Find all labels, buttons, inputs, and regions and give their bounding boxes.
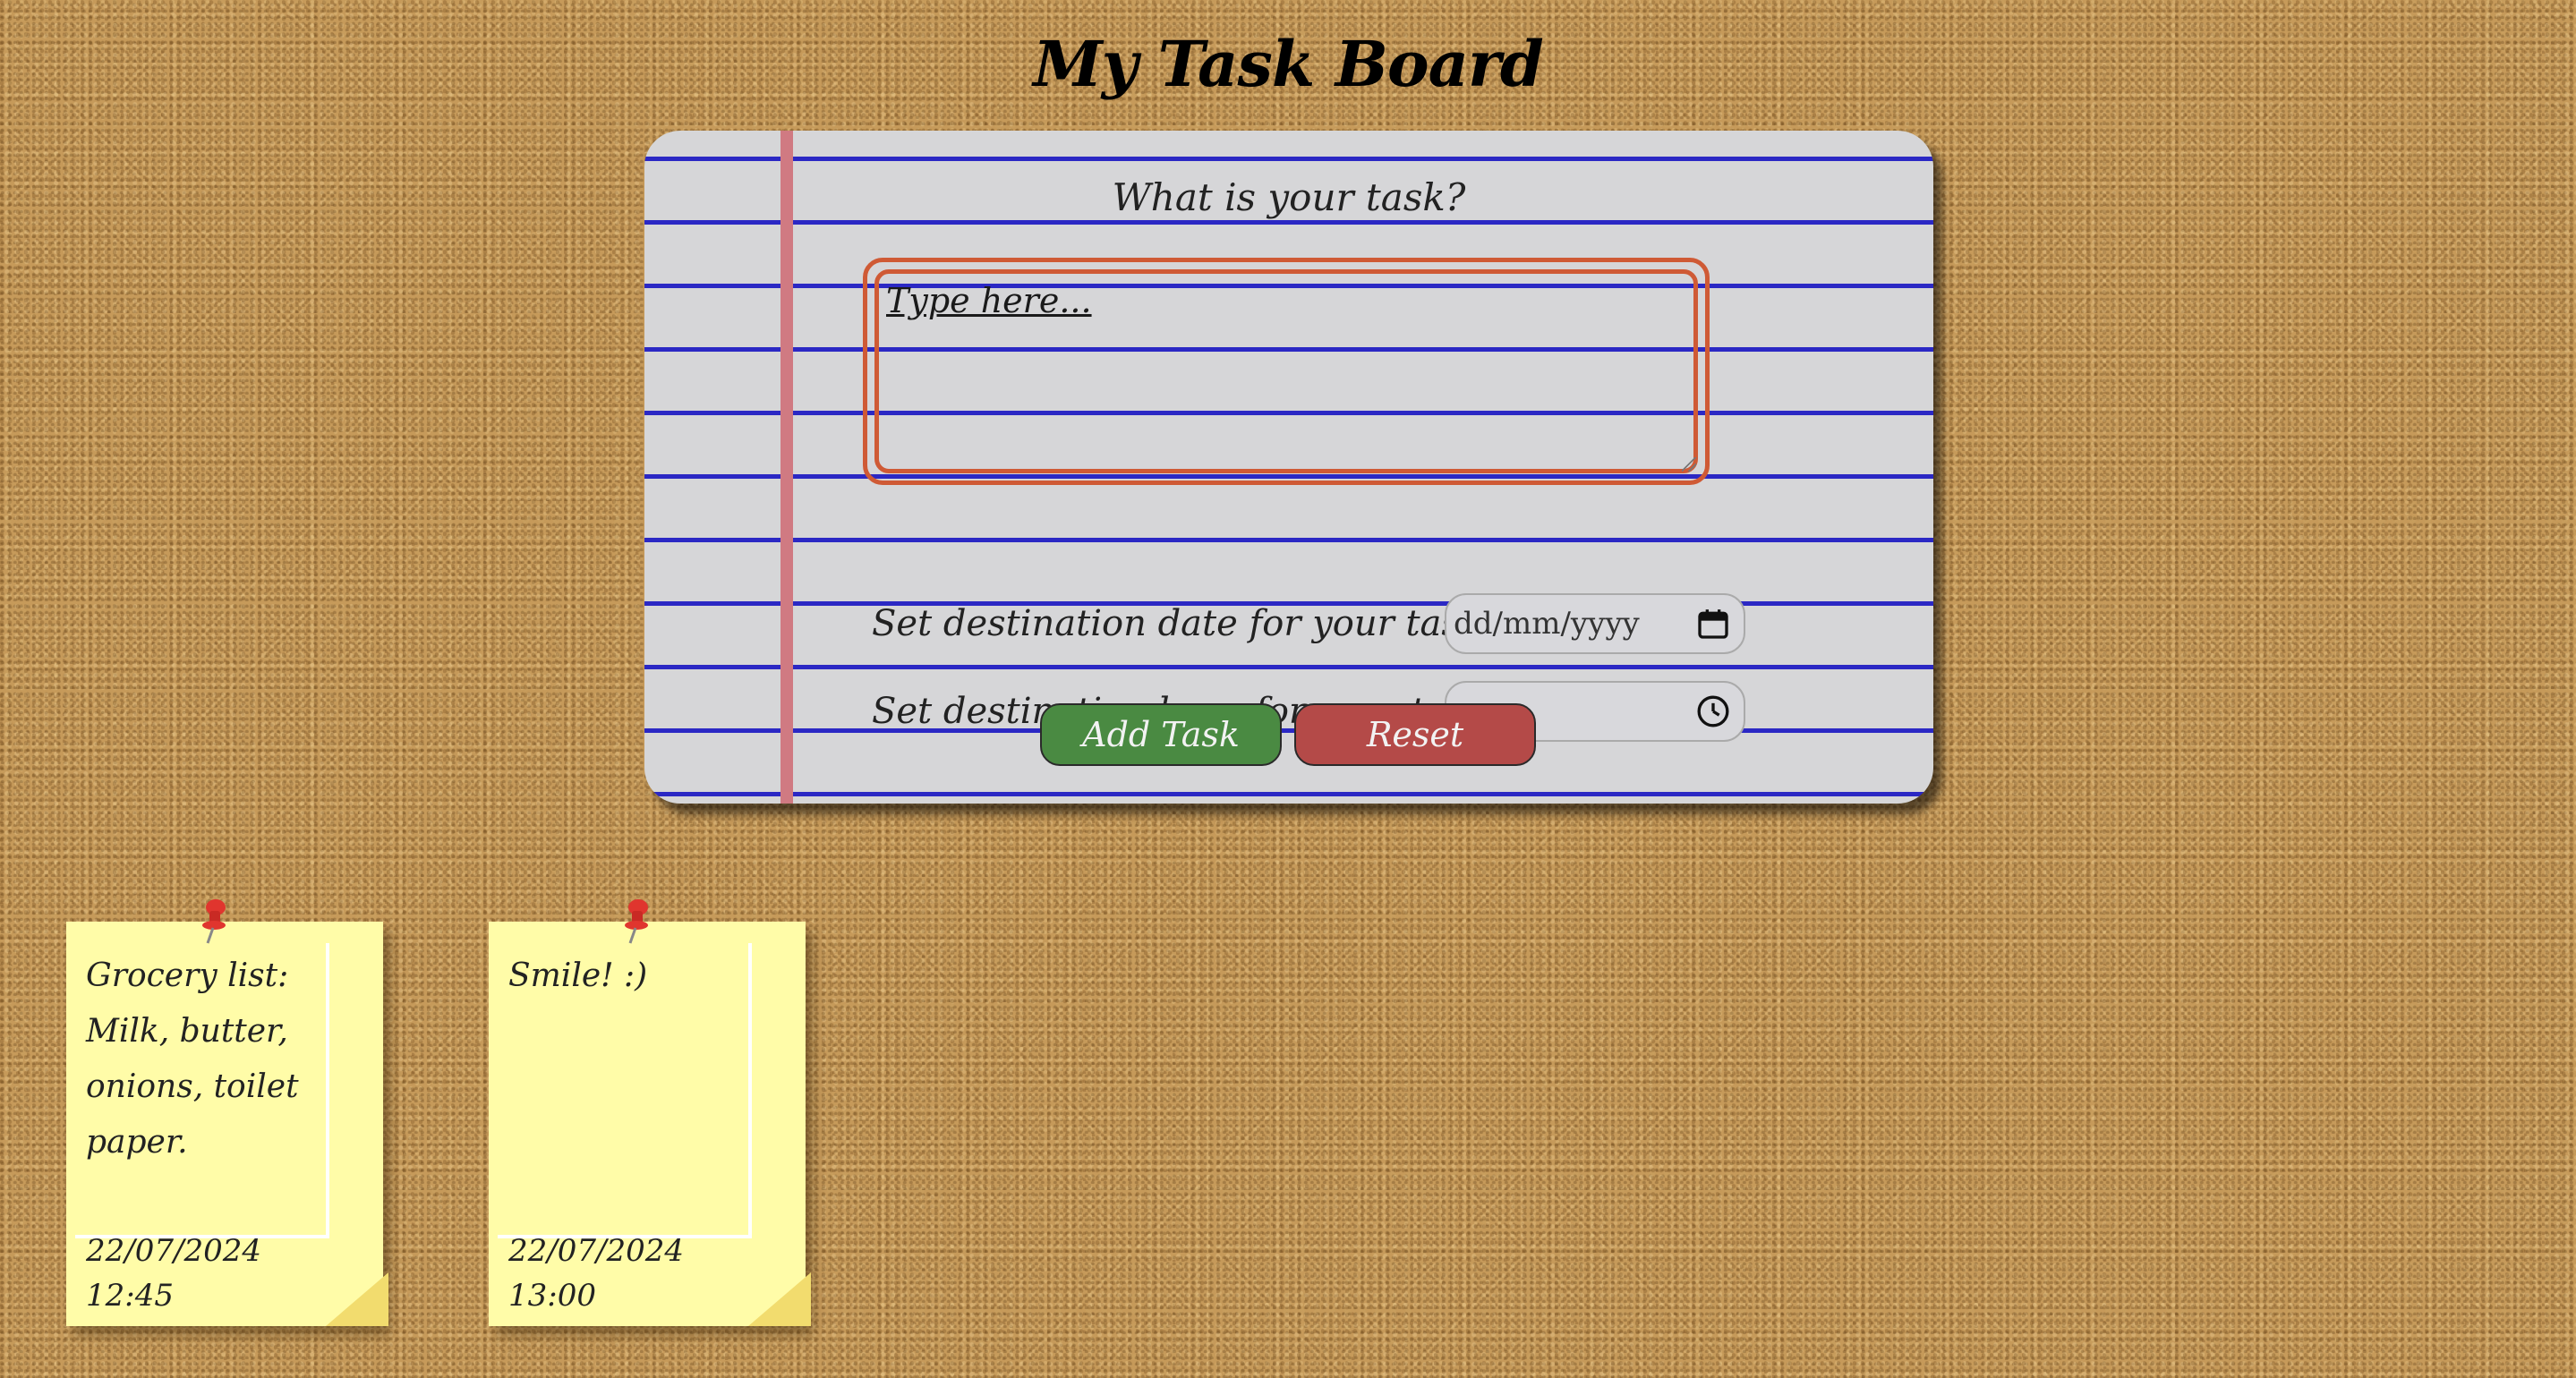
date-input-placeholder: dd/mm/yyyy <box>1454 606 1640 642</box>
task-form-card: What is your task? Set destination date … <box>644 131 1933 804</box>
note-time: 12:45 <box>86 1278 174 1314</box>
task-question-label: What is your task? <box>1112 175 1466 219</box>
task-text-input[interactable] <box>874 269 1698 473</box>
resize-handle[interactable] <box>1682 457 1696 472</box>
task-textarea-frame <box>863 258 1710 485</box>
note-date: 22/07/2024 <box>508 1233 684 1269</box>
reset-button[interactable]: Reset <box>1294 703 1536 766</box>
page-title: My Task Board <box>1033 27 1544 101</box>
pushpin-icon <box>625 899 648 944</box>
note-text: Smile! :) <box>508 957 648 994</box>
note-text: Grocery list: Milk, butter, onions, toil… <box>86 957 299 1161</box>
task-note: Smile! :) 22/07/2024 13:00 <box>489 899 811 1326</box>
calendar-icon[interactable] <box>1695 606 1731 642</box>
note-folded-corner <box>326 1272 388 1326</box>
date-input[interactable]: dd/mm/yyyy <box>1445 593 1745 654</box>
pushpin-icon <box>202 899 226 944</box>
note-time: 13:00 <box>508 1278 596 1314</box>
add-task-button[interactable]: Add Task <box>1040 703 1282 766</box>
date-label: Set destination date for your task: <box>872 603 1494 644</box>
note-folded-corner <box>748 1272 811 1326</box>
clock-icon[interactable] <box>1695 693 1731 729</box>
notepad-margin-line <box>780 131 793 804</box>
date-field-row: Set destination date for your task: dd/m… <box>872 592 1745 655</box>
task-note: Grocery list: Milk, butter, onions, toil… <box>66 899 388 1326</box>
note-date: 22/07/2024 <box>86 1233 261 1269</box>
